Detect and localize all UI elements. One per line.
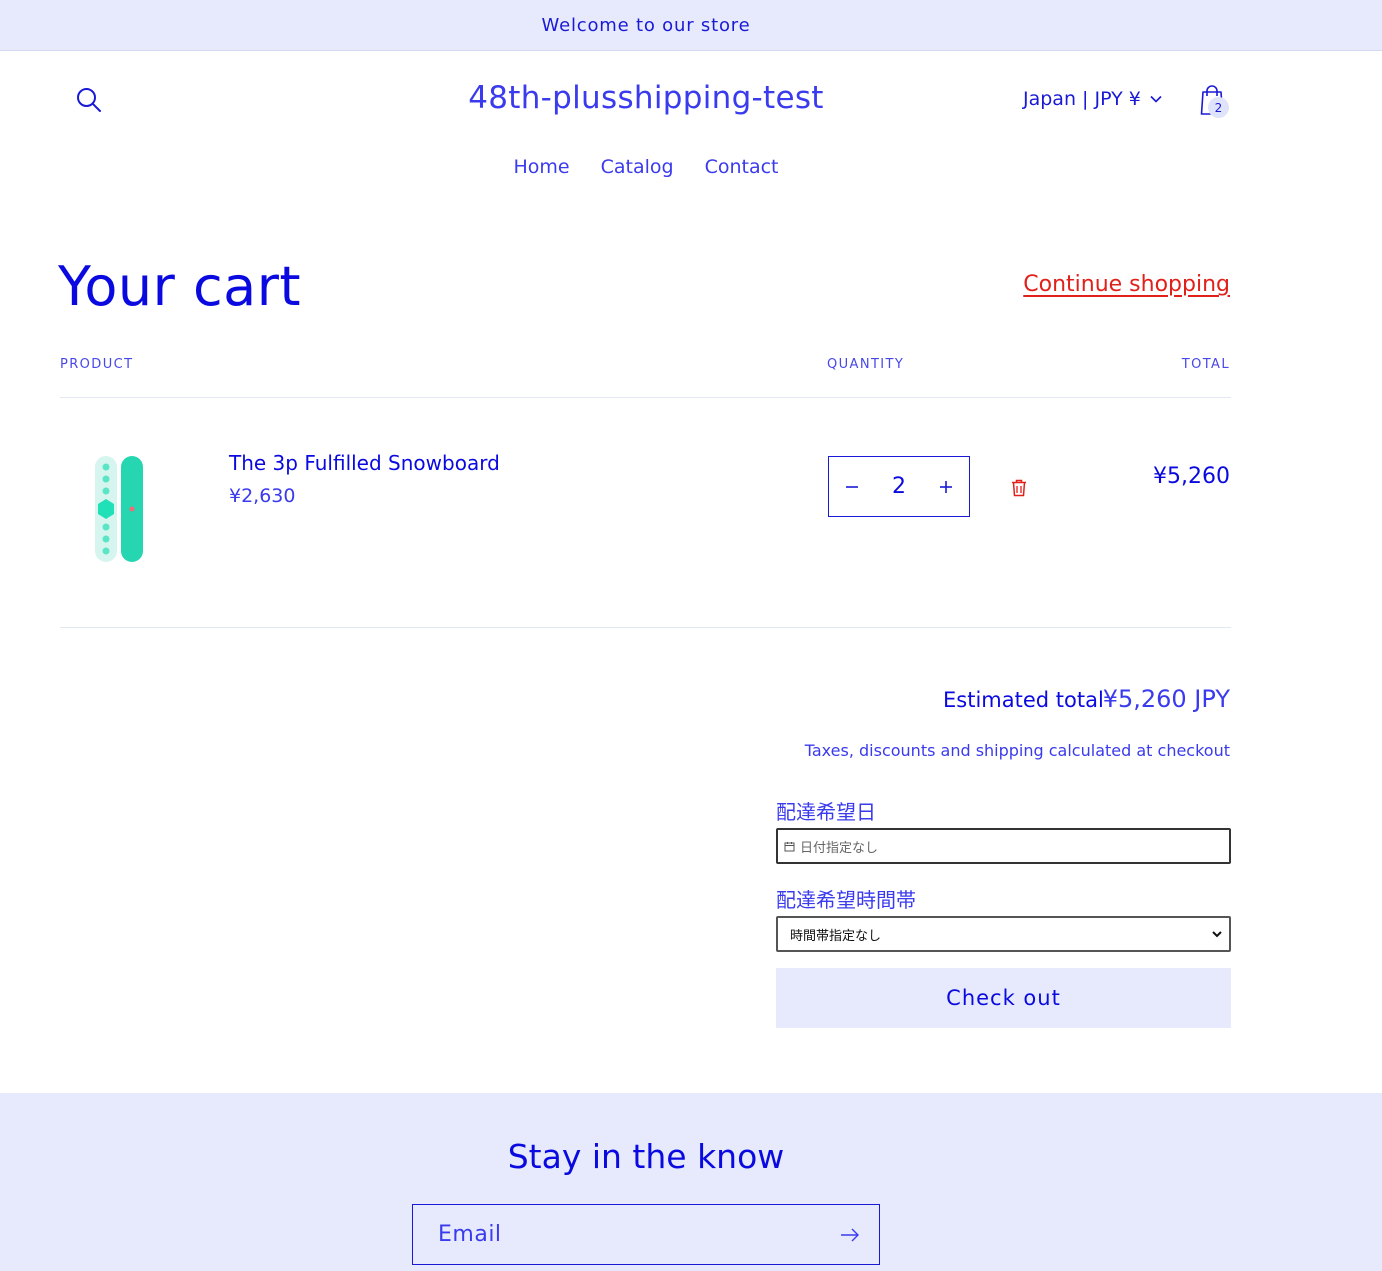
announcement-bar: Welcome to our store (0, 0, 1382, 51)
minus-icon (846, 485, 858, 488)
locale-label: Japan | JPY ¥ (1023, 88, 1141, 110)
locale-selector[interactable]: Japan | JPY ¥ (1023, 88, 1163, 110)
cart-count-badge: 2 (1208, 97, 1229, 118)
delivery-time-selected: 時間帯指定なし (790, 928, 882, 944)
remove-item-button[interactable] (1008, 477, 1030, 499)
calendar-icon (784, 841, 795, 851)
divider (60, 627, 1231, 628)
nav-contact[interactable]: Contact (705, 156, 779, 178)
line-item-total: ¥5,260 (1153, 464, 1230, 489)
chevron-down-icon (1212, 931, 1222, 938)
increase-quantity-button[interactable] (933, 474, 959, 500)
delivery-date-placeholder: 日付指定なし (800, 840, 879, 856)
arrow-right-icon[interactable] (839, 1227, 861, 1243)
plus-icon (940, 480, 952, 493)
delivery-date-label: 配達希望日 (776, 800, 876, 824)
delivery-time-select[interactable]: 時間帯指定なし (776, 916, 1231, 952)
page-title: Your cart (58, 255, 302, 318)
newsletter-email-field[interactable]: Email (412, 1204, 880, 1265)
delivery-date-field[interactable]: 日付指定なし (776, 828, 1231, 864)
main-nav: Home Catalog Contact (0, 156, 1292, 178)
checkout-button[interactable]: Check out (776, 968, 1231, 1028)
column-header-total: TOTAL (1181, 357, 1230, 372)
estimated-total-label: Estimated total (943, 688, 1104, 712)
product-name-link[interactable]: The 3p Fulfilled Snowboard (229, 451, 500, 475)
taxes-note: Taxes, discounts and shipping calculated… (804, 741, 1230, 760)
newsletter-title: Stay in the know (507, 1137, 785, 1176)
estimated-total-value: ¥5,260 JPY (1102, 685, 1230, 713)
chevron-down-icon (1150, 95, 1162, 103)
quantity-stepper (828, 456, 970, 517)
continue-shopping-link[interactable]: Continue shopping (1023, 272, 1230, 297)
email-placeholder: Email (438, 1222, 502, 1247)
product-image[interactable] (92, 455, 146, 563)
decrease-quantity-button[interactable] (839, 474, 865, 500)
snowboard-image (95, 456, 143, 562)
column-header-quantity: QUANTITY (827, 357, 905, 372)
trash-icon (1012, 479, 1026, 497)
nav-catalog[interactable]: Catalog (601, 156, 674, 178)
quantity-input[interactable] (879, 474, 919, 499)
nav-home[interactable]: Home (514, 156, 570, 178)
announcement-text: Welcome to our store (541, 14, 751, 36)
product-unit-price: ¥2,630 (229, 485, 296, 507)
newsletter-section: Stay in the know Email (0, 1093, 1382, 1271)
column-header-product: PRODUCT (60, 357, 134, 372)
delivery-time-label: 配達希望時間帯 (776, 888, 916, 912)
divider (60, 397, 1231, 398)
